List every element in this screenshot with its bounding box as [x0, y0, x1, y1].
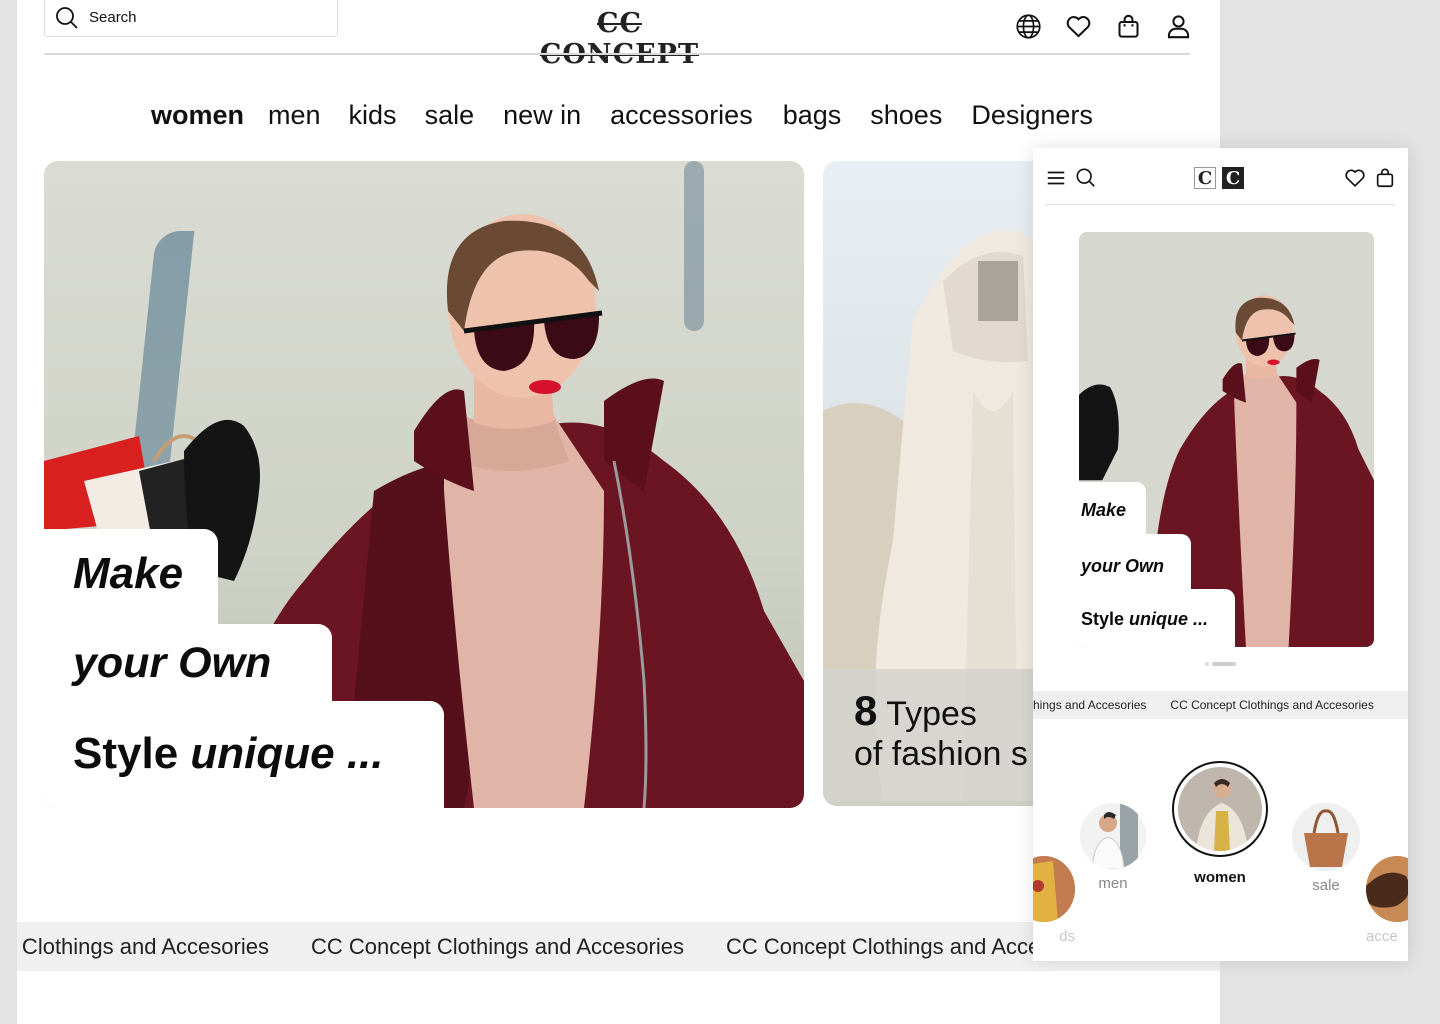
search-icon[interactable] [1075, 167, 1097, 189]
mobile-brand-marquee: othings and Accesories CC Concept Clothi… [1033, 691, 1408, 719]
hero-headline-bold: Style [73, 729, 179, 778]
shopping-bag-icon[interactable] [1113, 12, 1143, 40]
article-title-line2: of fashion s [854, 735, 1028, 773]
globe-icon[interactable] [1013, 12, 1043, 40]
search-placeholder: Search [89, 9, 137, 26]
article-title[interactable]: 8 Types of fashion s [854, 690, 1028, 774]
carousel-indicator[interactable] [1205, 662, 1236, 666]
mobile-hero-text-panel [1146, 534, 1191, 647]
nav-item-women[interactable]: women [151, 100, 244, 131]
hero-headline-line1: Make [73, 549, 184, 598]
hero-headline-italic: unique ... [190, 729, 384, 778]
hero-headline-line2: your Own [73, 639, 272, 687]
brand-logo[interactable]: CC CONCEPT [517, 8, 722, 70]
main-nav: women men kids sale new in accessories b… [151, 100, 1118, 131]
header-actions [1013, 12, 1193, 40]
logo-letter: C [1194, 167, 1216, 189]
search-input[interactable]: Search [44, 0, 338, 37]
category-image [1033, 856, 1075, 922]
mobile-header-right [1344, 167, 1396, 189]
category-men[interactable]: men [1080, 803, 1146, 892]
mobile-header-left [1045, 167, 1097, 189]
carousel-dot[interactable] [1205, 662, 1209, 666]
category-label: women [1194, 869, 1246, 886]
nav-item-men[interactable]: men [268, 100, 321, 131]
search-icon [56, 6, 78, 29]
category-women[interactable]: women [1172, 761, 1268, 886]
article-number: 8 [854, 687, 878, 734]
hero-headline-line3: Style unique ... [73, 729, 384, 779]
category-label: ds [1059, 928, 1075, 945]
mobile-hero-line1: Make [1081, 500, 1127, 520]
mobile-hero-bold: Style [1081, 609, 1125, 629]
category-image [1366, 856, 1408, 922]
shopping-bag-icon[interactable] [1374, 167, 1396, 189]
category-kids[interactable]: ds [1033, 856, 1075, 945]
mobile-preview: C C Make your Own Style unique ... othin… [1033, 148, 1408, 961]
mobile-brand-logo[interactable]: C C [1194, 167, 1244, 189]
menu-icon[interactable] [1045, 167, 1067, 189]
nav-item-bags[interactable]: bags [783, 100, 842, 131]
user-icon[interactable] [1163, 12, 1193, 40]
mobile-hero-italic: unique ... [1129, 609, 1209, 629]
nav-item-shoes[interactable]: shoes [870, 100, 942, 131]
nav-item-sale[interactable]: sale [425, 100, 475, 131]
header-divider [44, 53, 1190, 55]
article-title-line1: Types [886, 695, 977, 733]
category-image [1080, 803, 1146, 869]
mobile-hero-line2: your Own [1081, 556, 1165, 576]
mobile-header-divider [1045, 204, 1395, 205]
heart-icon[interactable] [1344, 167, 1366, 189]
nav-item-kids[interactable]: kids [349, 100, 397, 131]
category-label: sale [1312, 877, 1340, 894]
nav-item-accessories[interactable]: accessories [610, 100, 753, 131]
mobile-hero-line3: Style unique ... [1081, 609, 1208, 630]
category-label: acce [1366, 928, 1398, 945]
marquee-item: CC Concept Clothings and Accesories [1170, 698, 1374, 712]
marquee-item: othings and Accesories [1033, 698, 1147, 712]
marquee-item: CC Concept Clothings and Accesories [310, 933, 684, 959]
category-label: men [1098, 875, 1128, 892]
category-sale[interactable]: sale [1292, 803, 1360, 894]
nav-item-new-in[interactable]: new in [503, 100, 581, 131]
category-accessories[interactable]: acce [1366, 856, 1408, 945]
marquee-item: ncept Clothings and Accesories [17, 933, 269, 959]
mobile-hero-banner[interactable] [1079, 232, 1374, 647]
logo-letter: C [1222, 167, 1244, 189]
carousel-dot-active[interactable] [1212, 662, 1236, 666]
mobile-header: C C [1033, 148, 1408, 206]
category-image [1292, 803, 1360, 871]
hero-banner[interactable]: Make your Own Style unique ... [44, 161, 804, 808]
nav-item-designers[interactable]: Designers [971, 100, 1093, 131]
heart-icon[interactable] [1063, 12, 1093, 40]
category-image-selected [1172, 761, 1268, 857]
